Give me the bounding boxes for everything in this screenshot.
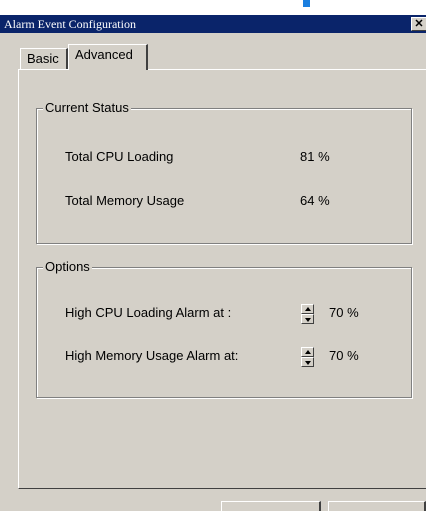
cpu-alarm-increment-button[interactable] (301, 304, 314, 314)
high-memory-alarm-label: High Memory Usage Alarm at: (65, 348, 239, 363)
current-status-label: Current Status (43, 100, 131, 116)
arrow-up-icon (305, 350, 311, 354)
options-label: Options (43, 259, 92, 275)
dialog-button-1[interactable] (221, 501, 321, 511)
dialog-button-2[interactable] (328, 501, 426, 511)
arrow-down-icon (305, 318, 311, 322)
memory-alarm-increment-button[interactable] (301, 347, 314, 357)
tab-basic[interactable]: Basic (20, 48, 68, 69)
top-strip (0, 0, 426, 15)
cpu-alarm-decrement-button[interactable] (301, 314, 314, 324)
cpu-alarm-spinner[interactable] (301, 304, 314, 324)
alarm-event-configuration-window: Alarm Event Configuration ✕ Basic Advanc… (0, 0, 426, 511)
total-cpu-loading-value: 81 % (300, 149, 330, 164)
tab-advanced[interactable]: Advanced (68, 44, 148, 70)
close-icon: ✕ (414, 18, 424, 30)
memory-alarm-decrement-button[interactable] (301, 357, 314, 367)
advanced-tab-panel: Current Status Total CPU Loading 81 % To… (18, 69, 426, 489)
arrow-up-icon (305, 307, 311, 311)
memory-alarm-spinner[interactable] (301, 347, 314, 367)
tab-advanced-label: Advanced (75, 47, 133, 62)
high-memory-alarm-value: 70 % (329, 348, 359, 363)
options-group: Options High CPU Loading Alarm at : 70 %… (36, 259, 412, 398)
current-status-group: Current Status Total CPU Loading 81 % To… (36, 100, 412, 244)
title-bar: Alarm Event Configuration ✕ (0, 15, 426, 33)
accent-mark (303, 0, 310, 7)
close-button[interactable]: ✕ (411, 17, 426, 31)
high-cpu-alarm-label: High CPU Loading Alarm at : (65, 305, 232, 320)
high-cpu-alarm-value: 70 % (329, 305, 359, 320)
total-memory-usage-label: Total Memory Usage (65, 193, 185, 208)
total-memory-usage-value: 64 % (300, 193, 330, 208)
arrow-down-icon (305, 361, 311, 365)
tab-basic-label: Basic (27, 51, 59, 66)
total-cpu-loading-label: Total CPU Loading (65, 149, 174, 164)
window-title: Alarm Event Configuration (4, 17, 136, 31)
